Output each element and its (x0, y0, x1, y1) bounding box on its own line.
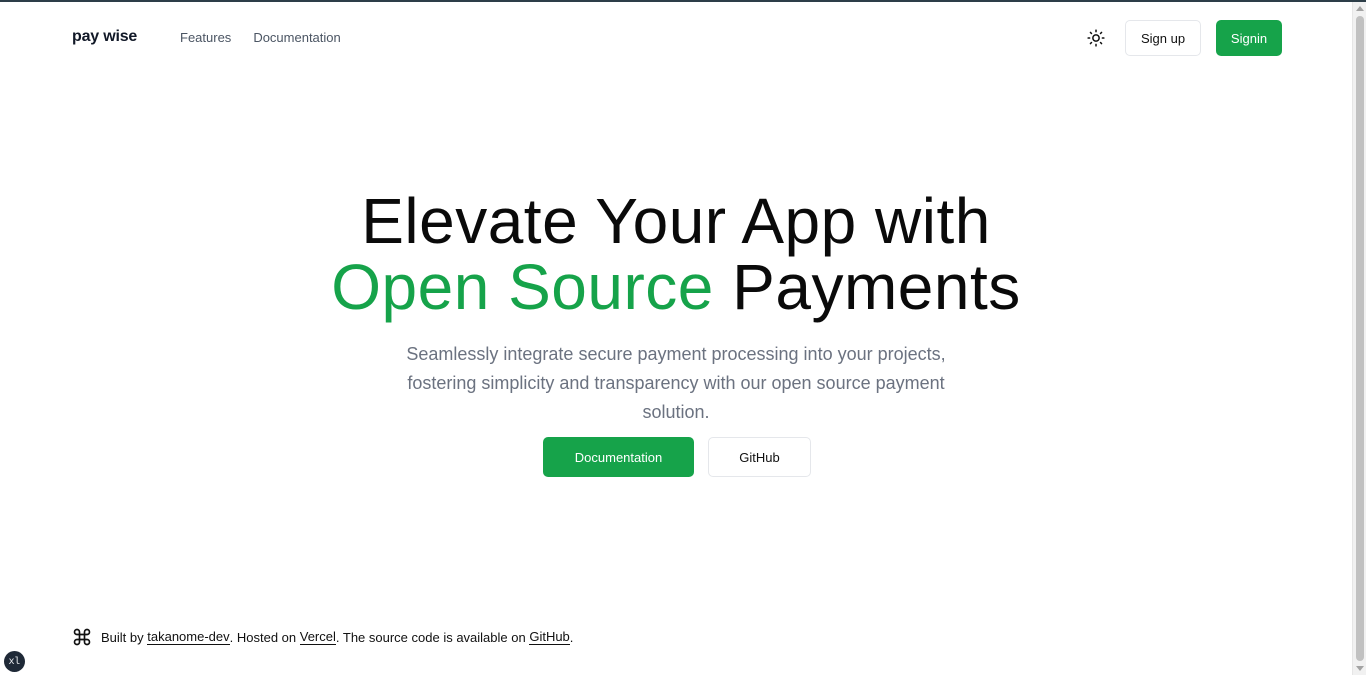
github-source-link[interactable]: GitHub (529, 629, 570, 645)
documentation-button[interactable]: Documentation (543, 437, 694, 477)
vercel-link[interactable]: Vercel (299, 629, 336, 645)
footer-prefix: Built by (101, 629, 148, 645)
github-button[interactable]: GitHub (708, 437, 811, 477)
footer-source-text: . The source code is available on (335, 629, 530, 645)
main-nav: Features Documentation (180, 30, 341, 45)
scroll-up-arrow-icon[interactable] (1356, 6, 1364, 11)
scrollbar-thumb[interactable] (1356, 16, 1364, 661)
brand-logo[interactable]: pay wise (72, 28, 137, 46)
author-link[interactable]: takanome-dev (147, 629, 230, 645)
signup-button[interactable]: Sign up (1125, 20, 1201, 56)
site-footer: Built by takanome-dev . Hosted on Vercel… (72, 626, 573, 648)
footer-suffix: . (569, 629, 574, 645)
vertical-scrollbar[interactable] (1352, 2, 1366, 675)
page: pay wise Features Documentation Sign up … (0, 0, 1352, 675)
scroll-down-arrow-icon[interactable] (1356, 666, 1364, 671)
nav-documentation[interactable]: Documentation (253, 30, 340, 45)
hero-actions: Documentation GitHub (543, 437, 813, 477)
footer-hosted-text: . Hosted on (229, 629, 300, 645)
command-icon (72, 627, 92, 647)
sun-icon (1087, 29, 1105, 47)
signin-button[interactable]: Signin (1216, 20, 1282, 56)
hero-title-line1: Elevate Your App with (361, 185, 991, 257)
hero-title-rest: Payments (713, 251, 1021, 323)
devtools-badge[interactable]: xl (4, 651, 25, 672)
site-header: pay wise Features Documentation Sign up … (72, 20, 1282, 56)
hero-description: Seamlessly integrate secure payment proc… (406, 344, 946, 422)
theme-toggle-button[interactable] (1083, 25, 1109, 51)
hero-title: Elevate Your App with Open Source Paymen… (0, 188, 1352, 320)
nav-features[interactable]: Features (180, 30, 231, 45)
hero-section: Elevate Your App with Open Source Paymen… (0, 188, 1352, 477)
hero-title-accent: Open Source (331, 251, 714, 323)
